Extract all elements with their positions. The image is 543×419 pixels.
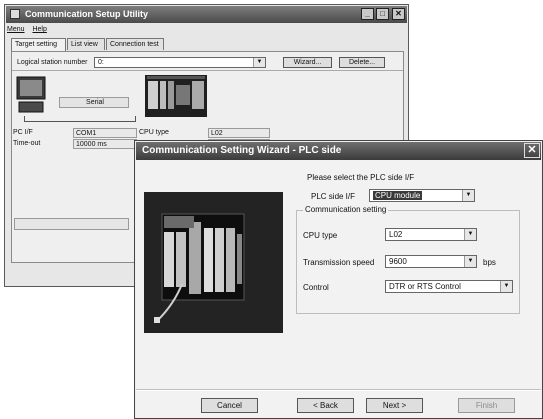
- pc-if-label: PC I/F: [13, 129, 33, 136]
- wizard-title: Communication Setting Wizard - PLC side: [142, 145, 342, 156]
- menu-item-menu[interactable]: Menu: [7, 26, 25, 33]
- plc-side-if-value: CPU module: [373, 191, 423, 200]
- finish-button: Finish: [458, 398, 515, 413]
- maximize-icon[interactable]: □: [376, 8, 389, 20]
- transmission-speed-label: Transmission speed: [303, 258, 375, 267]
- wizard-title-bar[interactable]: Communication Setting Wizard - PLC side …: [136, 142, 541, 160]
- wizard-body: Please select the PLC side I/F PLC side …: [136, 160, 541, 417]
- logical-station-value: 0:: [98, 59, 104, 66]
- wizard-dialog: Communication Setting Wizard - PLC side …: [134, 140, 543, 419]
- plc-icon[interactable]: [145, 75, 207, 117]
- control-select[interactable]: DTR or RTS Control ▼: [385, 280, 513, 293]
- status-field: [14, 218, 129, 230]
- control-value: DTR or RTS Control: [389, 282, 461, 291]
- chevron-down-icon: ▼: [253, 58, 265, 67]
- cancel-button[interactable]: Cancel: [201, 398, 258, 413]
- chevron-down-icon: ▼: [500, 281, 512, 292]
- wizard-button[interactable]: Wizard...: [283, 57, 332, 68]
- communication-setting-label: Communication setting: [303, 205, 389, 214]
- logical-station-label: Logical station number: [17, 59, 88, 66]
- tab-connection-test[interactable]: Connection test: [106, 38, 164, 50]
- plc-module-icon: [154, 213, 245, 323]
- communication-setting-group: Communication setting CPU type L02 ▼ Tra…: [296, 205, 520, 314]
- back-button[interactable]: < Back: [297, 398, 354, 413]
- plc-side-if-label: PLC side I/F: [311, 192, 356, 201]
- cpu-type-label: CPU type: [139, 129, 169, 136]
- chevron-down-icon: ▼: [464, 229, 476, 240]
- cpu-type-label: CPU type: [303, 231, 338, 240]
- tab-target-setting[interactable]: Target setting: [11, 38, 66, 51]
- transmission-speed-value: 9600: [389, 257, 407, 266]
- menu-item-help[interactable]: Help: [32, 26, 46, 33]
- divider: [12, 70, 403, 71]
- chevron-down-icon: ▼: [464, 256, 476, 267]
- pc-if-value: COM1: [73, 128, 137, 138]
- next-button[interactable]: Next >: [366, 398, 423, 413]
- title-bar[interactable]: Communication Setup Utility _ □ ✕: [6, 6, 407, 23]
- close-icon[interactable]: ✕: [392, 8, 405, 20]
- cpu-type-select[interactable]: L02 ▼: [385, 228, 477, 241]
- timeout-label: Time-out: [13, 140, 41, 147]
- prompt-text: Please select the PLC side I/F: [307, 173, 415, 182]
- button-separator: [136, 389, 541, 391]
- pc-icon[interactable]: [16, 76, 46, 116]
- serial-label[interactable]: Serial: [59, 97, 129, 108]
- plc-side-if-select[interactable]: CPU module ▼: [369, 189, 475, 202]
- cpu-type-value: L02: [208, 128, 270, 138]
- menu-bar: Menu Help: [7, 24, 53, 35]
- connection-line: [24, 116, 136, 122]
- minimize-icon[interactable]: _: [361, 8, 374, 20]
- delete-button[interactable]: Delete...: [339, 57, 385, 68]
- control-label: Control: [303, 283, 329, 292]
- window-title: Communication Setup Utility: [25, 9, 149, 19]
- cpu-type-value: L02: [389, 230, 403, 239]
- timeout-value: 10000 ms: [73, 139, 137, 149]
- chevron-down-icon: ▼: [462, 190, 474, 201]
- logical-station-combo[interactable]: 0: ▼: [94, 57, 266, 68]
- speed-unit: bps: [483, 258, 496, 267]
- plc-module-image: [144, 192, 283, 333]
- tab-list-view[interactable]: List view: [67, 38, 105, 50]
- close-icon[interactable]: ✕: [524, 143, 540, 158]
- transmission-speed-select[interactable]: 9600 ▼: [385, 255, 477, 268]
- app-icon: [10, 9, 20, 19]
